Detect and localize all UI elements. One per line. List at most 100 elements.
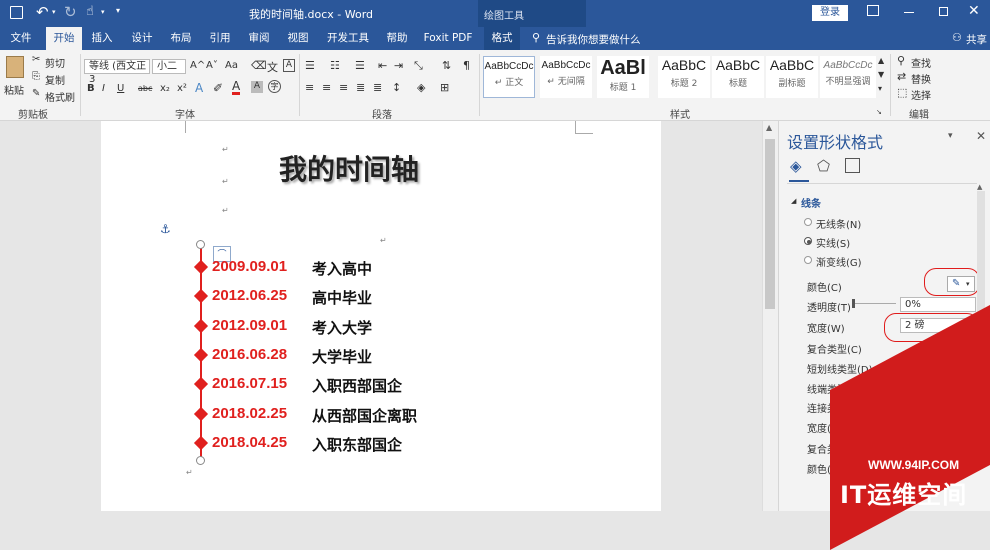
radio-no-line[interactable] (804, 218, 812, 226)
shading-icon[interactable]: ◈ (417, 81, 425, 94)
option-no-line[interactable]: 无线条(N) (816, 216, 861, 231)
format-painter-button[interactable]: 格式刷 (45, 89, 75, 104)
option-solid-line[interactable]: 实线(S) (816, 235, 850, 250)
redo-icon[interactable]: ↻ (64, 3, 77, 21)
undo-dropdown-icon[interactable]: ▾ (52, 8, 56, 16)
tab-review[interactable]: 审阅 (243, 27, 275, 50)
font-color-icon[interactable]: A (232, 80, 241, 95)
char-border-icon[interactable]: A (283, 59, 295, 72)
minimize-icon[interactable] (904, 12, 914, 13)
subscript-button[interactable]: x₂ (160, 83, 170, 94)
style-item[interactable]: AaBl 标题 1 (597, 56, 649, 98)
transparency-slider[interactable] (852, 303, 896, 304)
line-start-handle[interactable] (196, 240, 205, 249)
radio-gradient-line[interactable] (804, 256, 812, 264)
numbering-icon[interactable]: ☷ (330, 59, 340, 72)
gallery-down-icon[interactable]: ▼ (878, 70, 884, 79)
tab-home[interactable]: 开始 (46, 27, 82, 50)
tell-me-input[interactable]: 告诉我你想要做什么 (546, 32, 641, 47)
gallery-up-icon[interactable]: ▲ (878, 56, 884, 65)
style-item[interactable]: AaBbCcDc ↵ 正文 (483, 56, 535, 98)
transparency-slider-thumb[interactable] (852, 299, 855, 308)
tab-insert[interactable]: 插入 (86, 27, 118, 50)
align-center-icon[interactable]: ≡ (322, 81, 331, 94)
styles-launcher-icon[interactable]: ↘ (876, 108, 882, 116)
tab-help[interactable]: 帮助 (381, 27, 413, 50)
fill-line-icon[interactable]: ◈ (790, 157, 802, 175)
style-item[interactable]: AaBbC 标题 (712, 56, 764, 98)
tab-layout[interactable]: 布局 (165, 27, 197, 50)
share-button[interactable]: 共享 (966, 32, 987, 47)
char-shading-icon[interactable]: A (251, 81, 263, 93)
line-spacing-icon[interactable]: ↕ (392, 81, 401, 94)
font-size-select[interactable]: 小二 (152, 59, 186, 74)
tab-file[interactable]: 文件 (5, 27, 37, 50)
bold-button[interactable]: B (87, 83, 95, 94)
customize-icon[interactable]: ▾ (116, 6, 120, 15)
select-button[interactable]: 选择 (911, 87, 931, 102)
gallery-more-icon[interactable]: ▾ (878, 84, 882, 93)
panel-options-icon[interactable]: ▾ (948, 131, 953, 141)
find-button[interactable]: 查找 (911, 55, 931, 70)
tab-foxit-pdf[interactable]: Foxit PDF (420, 27, 476, 50)
scroll-up-icon[interactable]: ▲ (977, 183, 982, 191)
size-properties-icon[interactable] (845, 158, 860, 173)
style-item[interactable]: AaBbC 副标题 (766, 56, 818, 98)
highlight-icon[interactable]: ✐ (213, 81, 223, 95)
multilevel-list-icon[interactable]: ☰ (355, 59, 365, 72)
ribbon-display-icon[interactable] (867, 5, 879, 16)
font-family-select[interactable]: 等线 (西文正3 (84, 59, 150, 85)
collapse-icon[interactable]: ◢ (791, 197, 796, 205)
login-button[interactable]: 登录 (812, 5, 848, 21)
strikethrough-button[interactable]: abc (138, 84, 152, 93)
tab-view[interactable]: 视图 (282, 27, 314, 50)
save-icon[interactable] (10, 6, 23, 19)
sort-icon[interactable]: ⇅ (442, 59, 451, 72)
shrink-font-button[interactable]: A˅ (206, 60, 218, 71)
show-marks-icon[interactable]: ¶ (463, 59, 470, 72)
align-left-icon[interactable]: ≡ (305, 81, 314, 94)
scroll-up-icon[interactable]: ▲ (766, 123, 772, 132)
paste-button[interactable]: 粘贴 (4, 54, 28, 104)
line-end-handle[interactable] (196, 456, 205, 465)
style-item[interactable]: AaBbCcDc 不明显强调 (820, 56, 876, 98)
style-item[interactable]: AaBbC 标题 2 (658, 56, 710, 98)
grow-font-button[interactable]: A^ (190, 60, 205, 71)
phonetic-icon[interactable]: 文 (267, 59, 278, 75)
superscript-button[interactable]: x² (177, 83, 187, 94)
change-case-button[interactable]: Aa (225, 60, 238, 71)
line-section-header[interactable]: 线条 (801, 195, 821, 210)
option-gradient-line[interactable]: 渐变线(G) (816, 254, 862, 269)
copy-button[interactable]: 复制 (45, 72, 65, 87)
scroll-thumb[interactable] (765, 139, 775, 309)
restore-icon[interactable] (939, 7, 948, 16)
align-right-icon[interactable]: ≡ (339, 81, 348, 94)
increase-indent-icon[interactable]: ⇥ (394, 59, 403, 72)
tab-design[interactable]: 设计 (126, 27, 158, 50)
distributed-icon[interactable]: ≣ (373, 81, 382, 94)
anchor-icon[interactable]: ⚓ (160, 222, 171, 236)
radio-solid-line[interactable] (804, 237, 812, 245)
tab-developer[interactable]: 开发工具 (323, 27, 373, 50)
vertical-scrollbar[interactable]: ▲ (762, 121, 778, 511)
text-effects-icon[interactable]: A (195, 81, 203, 95)
underline-button[interactable]: U (117, 83, 124, 94)
close-icon[interactable]: ✕ (968, 3, 980, 19)
tab-references[interactable]: 引用 (204, 27, 236, 50)
tab-format[interactable]: 格式 (484, 27, 520, 50)
transparency-field[interactable]: 0% (900, 297, 976, 312)
panel-close-icon[interactable]: ✕ (976, 129, 986, 143)
decrease-indent-icon[interactable]: ⇤ (378, 59, 387, 72)
justify-icon[interactable]: ≣ (356, 81, 365, 94)
chinese-layout-icon[interactable]: ⤡ (414, 59, 423, 73)
replace-button[interactable]: 替换 (911, 71, 931, 86)
touch-mode-dropdown-icon[interactable]: ▾ (101, 8, 105, 16)
bullets-icon[interactable]: ☰ (305, 59, 315, 72)
cut-button[interactable]: 剪切 (45, 55, 65, 70)
undo-icon[interactable]: ↶ (36, 3, 49, 21)
italic-button[interactable]: I (102, 83, 105, 94)
effects-icon[interactable]: ⬠ (817, 157, 830, 175)
touch-mode-icon[interactable]: ☝ (86, 4, 94, 19)
style-item[interactable]: AaBbCcDc ↵ 无间隔 (540, 56, 592, 98)
clear-format-icon[interactable]: ⌫ (251, 59, 267, 72)
